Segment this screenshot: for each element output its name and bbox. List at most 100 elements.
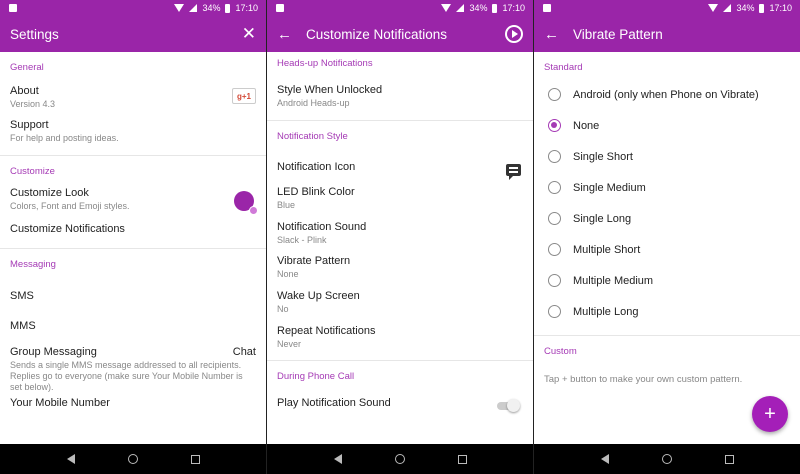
vibrate-option-label: Single Medium [573, 181, 646, 194]
notification-icon [543, 4, 551, 12]
custom-hint: Tap + button to make your own custom pat… [534, 374, 800, 385]
vibrate-option[interactable]: None [534, 110, 800, 141]
notification-icon-item[interactable]: Notification Icon [267, 161, 533, 180]
home-nav-icon[interactable] [127, 454, 138, 464]
play-sound-title: Play Notification Sound [277, 397, 391, 409]
radio-button[interactable] [548, 274, 561, 287]
vibrate-pattern-item[interactable]: Vibrate Pattern None [267, 255, 533, 280]
vibrate-toolbar: ← Vibrate Pattern [534, 16, 800, 52]
status-bar: 34% 17:10 [0, 0, 266, 16]
battery-percent: 34% [736, 3, 755, 13]
led-color-item[interactable]: LED Blink Color Blue [267, 186, 533, 211]
radio-button[interactable] [548, 150, 561, 163]
repeat-notifications-item[interactable]: Repeat Notifications Never [267, 325, 533, 350]
vibrate-option[interactable]: Single Long [534, 203, 800, 234]
sms-item[interactable]: SMS [0, 290, 266, 302]
close-icon[interactable]: ✕ [242, 24, 256, 44]
radio-button[interactable] [548, 181, 561, 194]
customize-look-title: Customize Look [10, 187, 89, 199]
back-arrow-icon[interactable]: ← [544, 26, 559, 43]
notifications-toolbar: ← Customize Notifications [267, 16, 533, 52]
add-pattern-button[interactable]: + [752, 396, 788, 432]
recents-nav-icon[interactable] [724, 454, 734, 464]
status-bar: 34% 17:10 [267, 0, 533, 16]
home-nav-icon[interactable] [661, 454, 672, 464]
navigation-bar [534, 444, 800, 474]
support-item[interactable]: Support For help and posting ideas. [0, 119, 266, 144]
status-bar: 34% 17:10 [534, 0, 800, 16]
signal-icon [723, 4, 732, 12]
vibrate-option[interactable]: Single Medium [534, 172, 800, 203]
section-messaging: Messaging [10, 259, 56, 270]
play-icon[interactable] [505, 25, 523, 43]
page-title: Vibrate Pattern [573, 26, 663, 42]
style-unlocked-item[interactable]: Style When Unlocked Android Heads-up [267, 84, 533, 109]
vibrate-option-label: Multiple Medium [573, 274, 654, 287]
vibrate-options-list: Android (only when Phone on Vibrate) None… [534, 79, 800, 327]
signal-icon [456, 4, 465, 12]
about-item[interactable]: About Version 4.3 g+1 [0, 85, 266, 110]
play-sound-toggle[interactable] [497, 399, 520, 412]
vibrate-option-label: Android (only when Phone on Vibrate) [573, 88, 759, 101]
wifi-icon [174, 4, 185, 12]
radio-button[interactable] [548, 243, 561, 256]
clock: 17:10 [769, 3, 792, 13]
notification-icon [276, 4, 284, 12]
mobile-number-item[interactable]: Your Mobile Number [0, 397, 266, 409]
mms-item[interactable]: MMS [0, 320, 266, 332]
notification-sound-value: Slack - Plink [277, 235, 327, 245]
home-nav-icon[interactable] [394, 454, 405, 464]
section-standard: Standard [544, 62, 583, 73]
back-arrow-icon[interactable]: ← [277, 26, 292, 43]
support-title: Support [10, 119, 49, 131]
radio-button[interactable] [548, 212, 561, 225]
back-nav-icon[interactable] [600, 454, 609, 464]
about-title: About [10, 85, 39, 97]
battery-icon [225, 3, 231, 13]
group-messaging-subtitle: Sends a single MMS message addressed to … [10, 360, 243, 392]
vibrate-pattern-title: Vibrate Pattern [277, 255, 351, 267]
group-messaging-item[interactable]: Group Messaging Chat Sends a single MMS … [0, 346, 266, 393]
vibrate-option-label: Single Short [573, 150, 633, 163]
customize-notifications-title: Customize Notifications [10, 223, 125, 235]
google-plus-icon[interactable]: g+1 [232, 88, 256, 104]
battery-icon [759, 3, 765, 13]
repeat-notifications-title: Repeat Notifications [277, 325, 376, 337]
led-color-title: LED Blink Color [277, 186, 355, 198]
radio-button[interactable] [548, 88, 561, 101]
customize-look-item[interactable]: Customize Look Colors, Font and Emoji st… [0, 187, 266, 215]
vibrate-option[interactable]: Multiple Short [534, 234, 800, 265]
back-nav-icon[interactable] [333, 454, 342, 464]
play-sound-item[interactable]: Play Notification Sound [267, 397, 533, 412]
vibrate-option-label: Single Long [573, 212, 632, 225]
style-unlocked-value: Android Heads-up [277, 98, 350, 108]
vibrate-option[interactable]: Multiple Long [534, 296, 800, 327]
vibrate-pattern-value: None [277, 269, 299, 279]
group-messaging-title: Group Messaging [10, 346, 97, 358]
custom-hint-text: Tap + button to make your own custom pat… [544, 374, 743, 385]
notification-sound-item[interactable]: Notification Sound Slack - Plink [267, 221, 533, 246]
recents-nav-icon[interactable] [190, 454, 200, 464]
recents-nav-icon[interactable] [457, 454, 467, 464]
vibrate-option-label: None [573, 119, 600, 132]
clock: 17:10 [502, 3, 525, 13]
notification-icon [9, 4, 17, 12]
wake-screen-item[interactable]: Wake Up Screen No [267, 290, 533, 315]
wake-screen-title: Wake Up Screen [277, 290, 360, 302]
vibrate-option[interactable]: Multiple Medium [534, 265, 800, 296]
back-nav-icon[interactable] [66, 454, 75, 464]
message-icon [506, 164, 521, 180]
radio-button[interactable] [548, 305, 561, 318]
vibrate-option-label: Multiple Long [573, 305, 639, 318]
section-customize: Customize [10, 166, 55, 177]
vibrate-option[interactable]: Android (only when Phone on Vibrate) [534, 79, 800, 110]
repeat-notifications-value: Never [277, 339, 302, 349]
wifi-icon [708, 4, 719, 12]
settings-toolbar: Settings ✕ [0, 16, 266, 52]
vibrate-option[interactable]: Single Short [534, 141, 800, 172]
section-general: General [10, 62, 44, 73]
battery-icon [492, 3, 498, 13]
radio-button[interactable] [548, 119, 561, 132]
section-custom: Custom [544, 346, 577, 357]
customize-notifications-item[interactable]: Customize Notifications [0, 223, 266, 235]
